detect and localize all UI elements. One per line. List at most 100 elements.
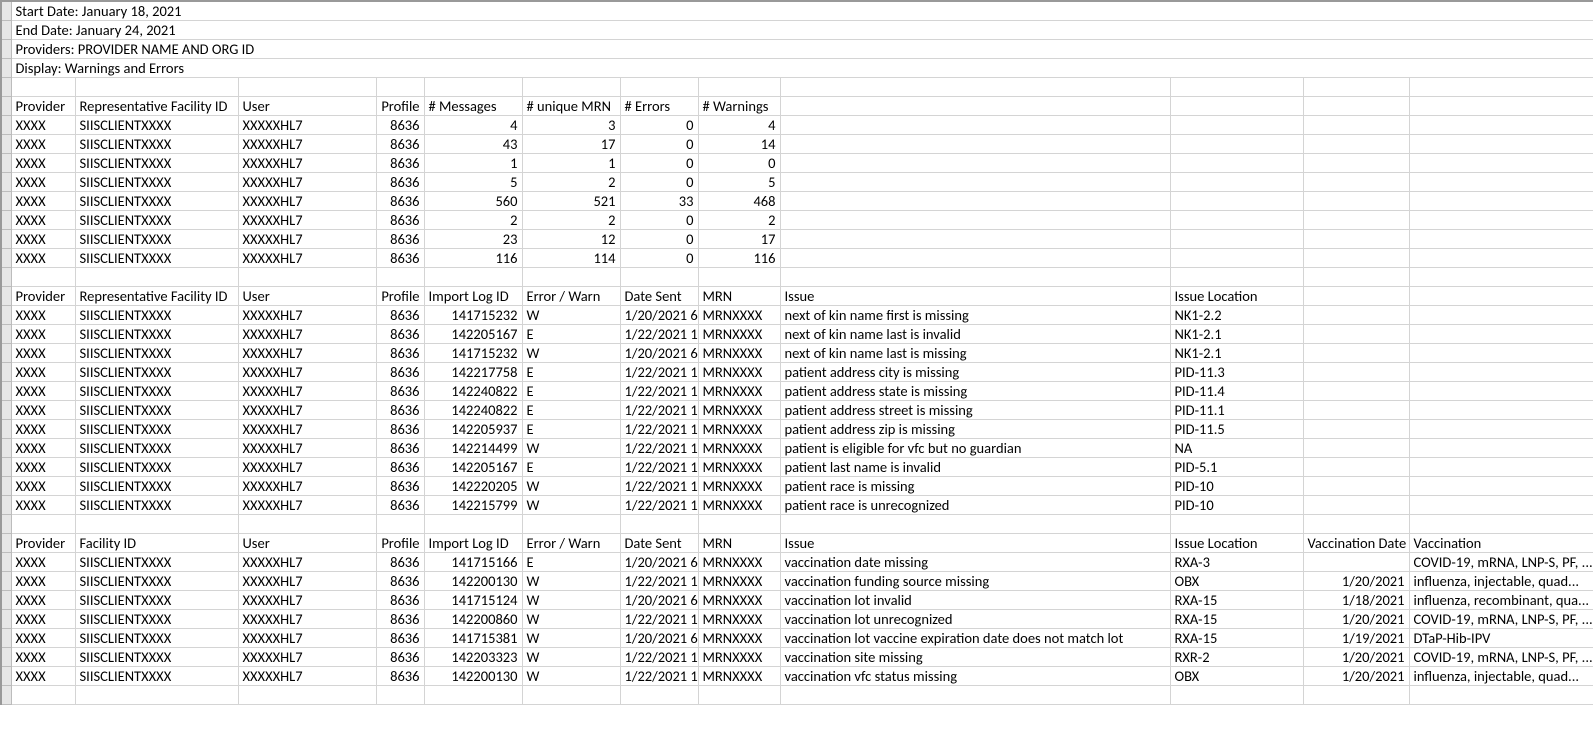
import-id[interactable]: 142205167	[424, 325, 522, 344]
vacc-date[interactable]: 1/19/2021	[1303, 629, 1409, 648]
cell[interactable]	[522, 78, 620, 97]
vaccination[interactable]: DTaP-Hib-IPV	[1409, 629, 1593, 648]
messages[interactable]: 23	[424, 230, 522, 249]
facility[interactable]: SIISCLIENTXXXX	[75, 382, 238, 401]
cell[interactable]	[1170, 192, 1303, 211]
user[interactable]: XXXXXHL7	[238, 629, 376, 648]
cell[interactable]	[620, 78, 698, 97]
h-profile[interactable]: Profile	[376, 97, 424, 116]
provider[interactable]: XXXX	[11, 420, 75, 439]
h-loc[interactable]: Issue Location	[1170, 287, 1303, 306]
facility[interactable]: SIISCLIENTXXXX	[75, 572, 238, 591]
import-id[interactable]: 141715124	[424, 591, 522, 610]
error-warn[interactable]: W	[522, 306, 620, 325]
facility[interactable]: SIISCLIENTXXXX	[75, 211, 238, 230]
date-sent[interactable]: 1/20/2021 6:25	[620, 306, 698, 325]
provider[interactable]: XXXX	[11, 458, 75, 477]
date-sent[interactable]: 1/22/2021 15:12	[620, 496, 698, 515]
date-sent[interactable]: 1/22/2021 17:16	[620, 382, 698, 401]
profile[interactable]: 8636	[376, 211, 424, 230]
user[interactable]: XXXXXHL7	[238, 211, 376, 230]
profile[interactable]: 8636	[376, 135, 424, 154]
cell[interactable]	[1303, 116, 1409, 135]
cell[interactable]	[620, 515, 698, 534]
mrn[interactable]: MRNXXXX	[698, 401, 780, 420]
issue-location[interactable]: PID-10	[1170, 477, 1303, 496]
h-profile[interactable]: Profile	[376, 534, 424, 553]
facility[interactable]: SIISCLIENTXXXX	[75, 629, 238, 648]
cell[interactable]	[1409, 382, 1593, 401]
date-sent[interactable]: 1/22/2021 13:34	[620, 667, 698, 686]
provider[interactable]: XXXX	[11, 553, 75, 572]
row-gutter[interactable]	[1, 591, 11, 610]
messages[interactable]: 1	[424, 154, 522, 173]
cell[interactable]	[780, 78, 1170, 97]
unique-mrn[interactable]: 114	[522, 249, 620, 268]
row-gutter[interactable]	[1, 173, 11, 192]
cell[interactable]	[780, 97, 1170, 116]
row-gutter[interactable]	[1, 249, 11, 268]
row-gutter[interactable]	[1, 154, 11, 173]
error-warn[interactable]: E	[522, 553, 620, 572]
cell[interactable]	[1409, 78, 1593, 97]
row-gutter[interactable]	[1, 420, 11, 439]
issue[interactable]: patient address street is missing	[780, 401, 1170, 420]
user[interactable]: XXXXXHL7	[238, 382, 376, 401]
error-warn[interactable]: W	[522, 439, 620, 458]
row-gutter[interactable]	[1, 1, 11, 21]
error-warn[interactable]: W	[522, 477, 620, 496]
cell[interactable]	[698, 268, 780, 287]
h-provider[interactable]: Provider	[11, 534, 75, 553]
date-sent[interactable]: 1/20/2021 6:25	[620, 344, 698, 363]
cell[interactable]	[1409, 116, 1593, 135]
provider[interactable]: XXXX	[11, 382, 75, 401]
provider[interactable]: XXXX	[11, 610, 75, 629]
cell[interactable]	[522, 268, 620, 287]
errors[interactable]: 33	[620, 192, 698, 211]
cell[interactable]	[1409, 401, 1593, 420]
issue[interactable]: vaccination lot unrecognized	[780, 610, 1170, 629]
vaccination[interactable]: COVID-19, mRNA, LNP-S, PF, ...	[1409, 553, 1593, 572]
import-id[interactable]: 142205167	[424, 458, 522, 477]
spreadsheet-grid[interactable]: Start Date: January 18, 2021End Date: Ja…	[0, 0, 1593, 705]
h-profile[interactable]: Profile	[376, 287, 424, 306]
import-id[interactable]: 142217758	[424, 363, 522, 382]
date-sent[interactable]: 1/20/2021 6:28	[620, 629, 698, 648]
warnings[interactable]: 468	[698, 192, 780, 211]
h-user[interactable]: User	[238, 287, 376, 306]
mrn[interactable]: MRNXXXX	[698, 572, 780, 591]
mrn[interactable]: MRNXXXX	[698, 629, 780, 648]
date-sent[interactable]: 1/22/2021 15:23	[620, 363, 698, 382]
cell[interactable]	[1170, 249, 1303, 268]
cell[interactable]	[620, 686, 698, 705]
issue-location[interactable]: RXR-2	[1170, 648, 1303, 667]
date-sent[interactable]: 1/22/2021 15:36	[620, 477, 698, 496]
provider[interactable]: XXXX	[11, 173, 75, 192]
issue-location[interactable]: PID-11.4	[1170, 382, 1303, 401]
h-mrn[interactable]: MRN	[698, 287, 780, 306]
cell[interactable]	[1409, 249, 1593, 268]
vacc-date[interactable]: 1/20/2021	[1303, 610, 1409, 629]
date-sent[interactable]: 1/22/2021 13:39	[620, 610, 698, 629]
facility[interactable]: SIISCLIENTXXXX	[75, 173, 238, 192]
cell[interactable]	[75, 515, 238, 534]
row-gutter[interactable]	[1, 686, 11, 705]
facility[interactable]: SIISCLIENTXXXX	[75, 496, 238, 515]
provider[interactable]: XXXX	[11, 648, 75, 667]
cell[interactable]	[11, 515, 75, 534]
date-sent[interactable]: 1/22/2021 13:53	[620, 648, 698, 667]
user[interactable]: XXXXXHL7	[238, 572, 376, 591]
facility[interactable]: SIISCLIENTXXXX	[75, 401, 238, 420]
user[interactable]: XXXXXHL7	[238, 344, 376, 363]
provider[interactable]: XXXX	[11, 211, 75, 230]
user[interactable]: XXXXXHL7	[238, 325, 376, 344]
cell[interactable]	[1409, 192, 1593, 211]
user[interactable]: XXXXXHL7	[238, 420, 376, 439]
cell[interactable]	[780, 268, 1170, 287]
cell[interactable]	[238, 78, 376, 97]
cell[interactable]	[1409, 686, 1593, 705]
provider[interactable]: XXXX	[11, 591, 75, 610]
cell[interactable]	[780, 154, 1170, 173]
issue[interactable]: next of kin name last is missing	[780, 344, 1170, 363]
cell[interactable]	[1303, 458, 1409, 477]
